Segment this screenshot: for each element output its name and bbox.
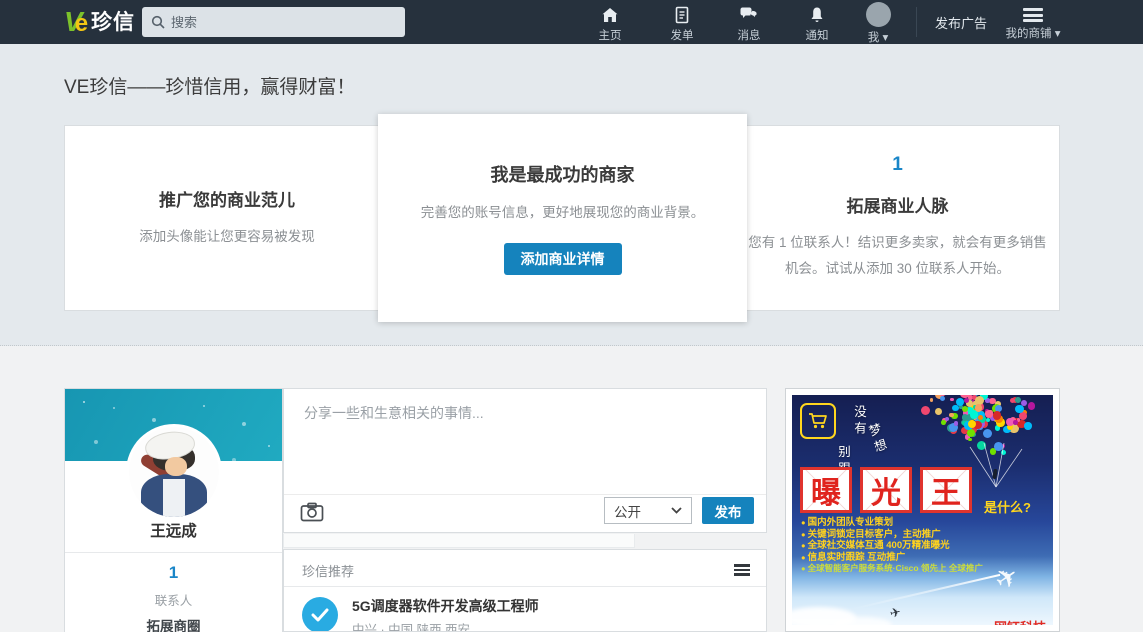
- nav-item-orders[interactable]: 发单: [654, 4, 710, 43]
- add-photo-button[interactable]: [300, 500, 326, 524]
- ad-headline-char: 光: [860, 467, 912, 513]
- search-box[interactable]: [142, 7, 405, 37]
- balloon-strings: [968, 443, 1028, 489]
- contacts-stat[interactable]: 1 联系人 拓展商圈: [65, 563, 282, 632]
- promo-card-subtitle: 您有 1 位联系人！结识更多卖家，就会有更多销售机会。试试从添加 30 位联系人…: [748, 230, 1047, 281]
- promo-card-title: 推广您的商业范儿: [159, 186, 295, 211]
- contacts-count[interactable]: 1: [65, 563, 282, 583]
- chat-icon: [721, 4, 777, 25]
- composer-shadow-strip: [283, 534, 635, 548]
- ad-bullet: 关键词锁定目标客户，主动推广: [801, 529, 1051, 541]
- nav-label: 消息: [721, 27, 777, 43]
- hero-section: VE珍信——珍惜信用，赢得财富！ 推广您的商业范儿 添加头像能让您更容易被发现 …: [0, 44, 1143, 346]
- ad-bullet: 国内外团队专业策划: [801, 517, 1051, 529]
- contrail-decor: [852, 574, 1001, 610]
- bell-icon: [789, 4, 845, 25]
- nav-item-notifications[interactable]: 通知: [789, 4, 845, 43]
- add-business-details-button[interactable]: 添加商业详情: [504, 243, 622, 275]
- publish-ad-link[interactable]: 发布广告: [935, 13, 987, 32]
- nav-item-home[interactable]: 主页: [582, 4, 638, 43]
- job-meta: 中兴 · 中国 陕西 西安: [352, 619, 470, 632]
- promo-card-avatar: 推广您的商业范儿 添加头像能让您更容易被发现: [64, 125, 390, 311]
- verified-check-icon: [302, 597, 338, 632]
- my-shop-menu[interactable]: 我的商铺 ▾: [1003, 5, 1063, 41]
- page-title: VE珍信——珍惜信用，赢得财富！: [64, 72, 355, 99]
- job-title[interactable]: 5G调度器软件开发高级工程师: [352, 596, 539, 616]
- contacts-count[interactable]: 1: [892, 154, 903, 176]
- promo-card-subtitle: 添加头像能让您更容易被发现: [139, 224, 315, 250]
- promo-card-business: 我是最成功的商家 完善您的账号信息，更好地展现您的商业背景。 添加商业详情: [378, 114, 747, 322]
- document-icon: [654, 4, 710, 25]
- nav-label: 发单: [654, 27, 710, 43]
- expand-network-link[interactable]: 拓展商圈: [65, 615, 282, 632]
- recommendations-header: 珍信推荐: [302, 561, 354, 580]
- promo-card-contacts: 1 拓展商业人脉 您有 1 位联系人！结识更多卖家，就会有更多销售机会。试试从添…: [735, 125, 1060, 311]
- avatar-image[interactable]: [129, 427, 219, 517]
- contacts-label: 联系人: [65, 590, 282, 609]
- profile-card: 王远成 1 联系人 拓展商圈: [64, 388, 283, 632]
- ad-headline-char: 王: [920, 467, 972, 513]
- home-icon: [582, 4, 638, 25]
- ad-banner: 没有 梦想 别跟来 曝 光 王 是什么? 国内外团队专业策划 关键词锁定目标客户…: [792, 395, 1053, 625]
- nav-label: 主页: [582, 27, 638, 43]
- ad-brand: 网钰科技: [994, 617, 1046, 625]
- navbar-divider: [916, 7, 917, 37]
- camera-icon: [300, 502, 324, 522]
- hamburger-icon: [1023, 8, 1043, 22]
- cloud-decor: [832, 617, 892, 625]
- me-avatar: [866, 2, 891, 27]
- caret-down-icon: ▾: [882, 32, 888, 44]
- nav-item-messages[interactable]: 消息: [721, 4, 777, 43]
- visibility-select[interactable]: 公开: [604, 497, 692, 524]
- sidebar-ad[interactable]: 没有 梦想 别跟来 曝 光 王 是什么? 国内外团队专业策划 关键词锁定目标客户…: [785, 388, 1060, 632]
- post-composer: 公开 发布: [283, 388, 767, 533]
- logo[interactable]: Ve珍信: [64, 6, 135, 38]
- publish-button[interactable]: 发布: [702, 497, 754, 524]
- nav-label: 我 ▾: [850, 29, 906, 45]
- visibility-value: 公开: [614, 501, 641, 521]
- top-navbar: Ve珍信 主页 发单 消息: [0, 0, 1143, 44]
- my-shop-label: 我的商铺 ▾: [1003, 25, 1063, 41]
- logo-text: 珍信: [91, 11, 135, 34]
- page: Ve珍信 主页 发单 消息: [0, 0, 1143, 632]
- caret-down-icon: ▾: [1055, 28, 1061, 40]
- ad-bullet: 信息实时跟踪 互动推广: [801, 552, 1051, 564]
- promo-card-title: 我是最成功的商家: [491, 161, 635, 187]
- ad-bullet: 全球社交媒体互通 400万精准曝光: [801, 540, 1051, 552]
- constellation-decor: [83, 401, 85, 403]
- shop-cart-icon: [800, 403, 836, 439]
- divider: [284, 494, 766, 495]
- ad-bullet-list: 国内外团队专业策划 关键词锁定目标客户，主动推广 全球社交媒体互通 400万精准…: [801, 517, 1051, 575]
- search-input[interactable]: [171, 15, 396, 30]
- ad-headline-suffix: 是什么?: [984, 497, 1031, 516]
- promo-card-subtitle: 完善您的账号信息，更好地展现您的商业背景。: [421, 200, 705, 226]
- profile-name[interactable]: 王远成: [65, 519, 282, 541]
- ad-headline-char: 曝: [800, 467, 852, 513]
- composer-input[interactable]: [304, 403, 744, 489]
- search-icon: [151, 15, 165, 29]
- nav-label: 通知: [789, 27, 845, 43]
- airplane-icon: ✈: [888, 604, 902, 622]
- menu-icon[interactable]: [734, 564, 750, 578]
- nav-item-me[interactable]: 我 ▾: [850, 4, 906, 45]
- logo-e: e: [75, 10, 88, 37]
- divider: [65, 552, 282, 553]
- recommendations-card: 珍信推荐 5G调度器软件开发高级工程师 中兴 · 中国 陕西 西安: [283, 549, 767, 632]
- divider: [284, 586, 766, 587]
- promo-card-title: 拓展商业人脉: [847, 192, 949, 217]
- chevron-down-icon: [671, 507, 682, 514]
